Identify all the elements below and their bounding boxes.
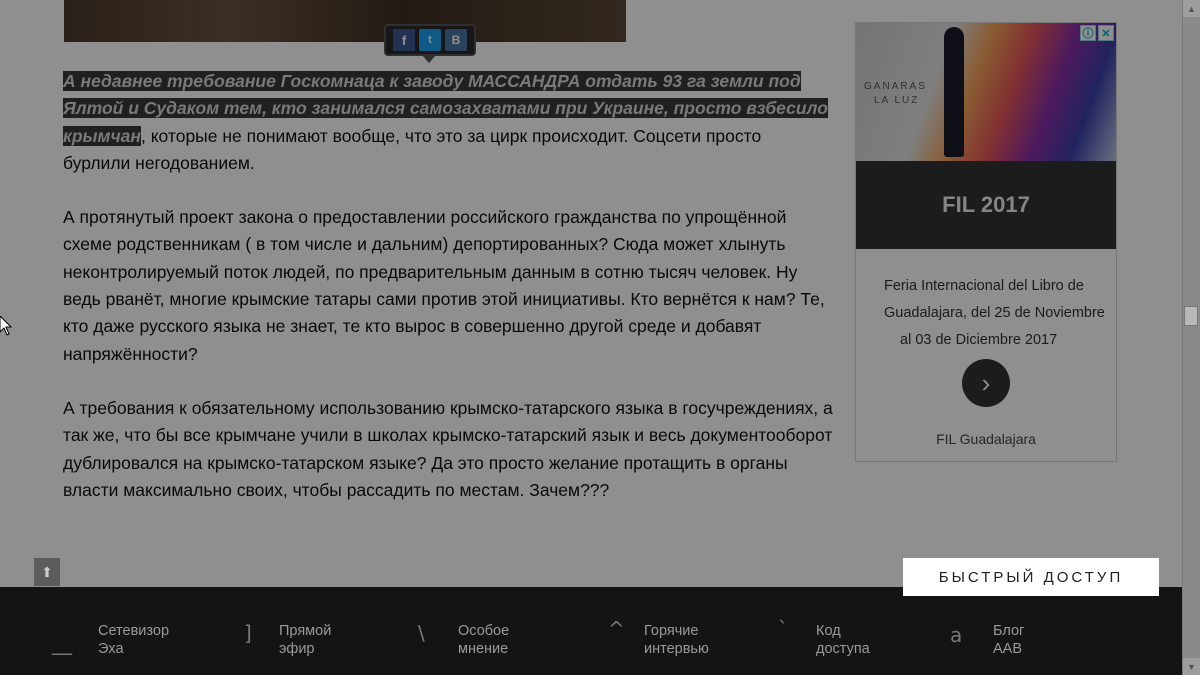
arrow-up-icon[interactable]: ⬆ <box>34 558 60 586</box>
caret-icon: ^ <box>608 617 625 641</box>
chevron-right-icon[interactable]: › <box>962 359 1010 407</box>
nav-label: Особое мнение <box>458 623 510 657</box>
close-icon[interactable]: ✕ <box>1098 25 1114 41</box>
backtick-icon: ` <box>778 617 788 641</box>
nav-item-interview[interactable]: ^ Горячие интервью <box>608 587 758 675</box>
ad-dancer-figure <box>944 27 964 157</box>
nav-label: Прямой эфир <box>279 623 332 657</box>
article-body: А недавнее требование Госкомнаца к завод… <box>63 68 833 531</box>
ad-desc-line: al 03 de Diciembre 2017 <box>900 332 1058 348</box>
twitter-icon[interactable]: t <box>419 29 441 51</box>
article-paragraph-1: А недавнее требование Госкомнаца к завод… <box>63 68 833 177</box>
facebook-icon[interactable]: f <box>393 29 415 51</box>
underscore-icon: __ <box>52 631 72 655</box>
ad-image-text-1: GANARAS <box>864 81 927 92</box>
vk-icon[interactable]: В <box>445 29 467 51</box>
mouse-cursor-icon <box>0 316 12 336</box>
nav-label: Горячие интервью <box>644 623 709 657</box>
article-paragraph-3: А требования к обязательному использован… <box>63 397 833 500</box>
scrollbar-track[interactable] <box>1182 0 1200 675</box>
ad-image-text-2: LA LUZ <box>874 95 920 106</box>
backslash-icon: \ <box>418 621 425 645</box>
ad-desc-line: Feria Internacional del Libro de <box>884 278 1084 294</box>
ad-description: Feria Internacional del Libro de Guadala… <box>884 273 1118 354</box>
nav-item-live[interactable]: ] Прямой эфир <box>244 587 394 675</box>
ad-desc-line: Guadalajara, del 25 de Noviembre <box>884 305 1105 321</box>
nav-item-opinion[interactable]: \ Особое мнение <box>418 587 568 675</box>
nav-item-blog[interactable]: a Блог ААВ <box>950 587 1100 675</box>
nav-label: Код доступа <box>816 623 870 657</box>
bracket-icon: ] <box>244 621 252 645</box>
scrollbar-thumb[interactable] <box>1184 306 1198 326</box>
ad-choices: ⓘ ✕ <box>1080 25 1114 41</box>
ad-image[interactable]: GANARAS LA LUZ ⓘ ✕ <box>856 23 1116 161</box>
quick-access-button[interactable]: БЫСТРЫЙ ДОСТУП <box>903 558 1159 596</box>
scroll-up-icon[interactable]: ▲ <box>1183 0 1200 17</box>
nav-item-setevizor[interactable]: __ Сетевизор Эха <box>52 587 202 675</box>
bottom-nav: __ Сетевизор Эха ] Прямой эфир \ Особое … <box>0 587 1182 675</box>
ad-advertiser[interactable]: FIL Guadalajara <box>856 431 1116 447</box>
paragraph-1-rest: , которые не понимают вообще, что это за… <box>63 125 762 173</box>
nav-label: Блог ААВ <box>993 623 1025 657</box>
nav-item-access-code[interactable]: ` Код доступа <box>778 587 928 675</box>
ad-title[interactable]: FIL 2017 <box>856 161 1116 249</box>
scroll-down-icon[interactable]: ▼ <box>1183 658 1200 675</box>
nav-label: Сетевизор Эха <box>98 623 170 657</box>
share-bar: f t В <box>384 24 476 63</box>
article-paragraph-2: А протянутый проект закона о предоставле… <box>63 207 825 364</box>
advertisement[interactable]: GANARAS LA LUZ ⓘ ✕ FIL 2017 Feria Intern… <box>855 22 1117 462</box>
article-image <box>64 0 626 42</box>
info-icon[interactable]: ⓘ <box>1080 25 1096 41</box>
letter-a-icon: a <box>950 623 963 647</box>
